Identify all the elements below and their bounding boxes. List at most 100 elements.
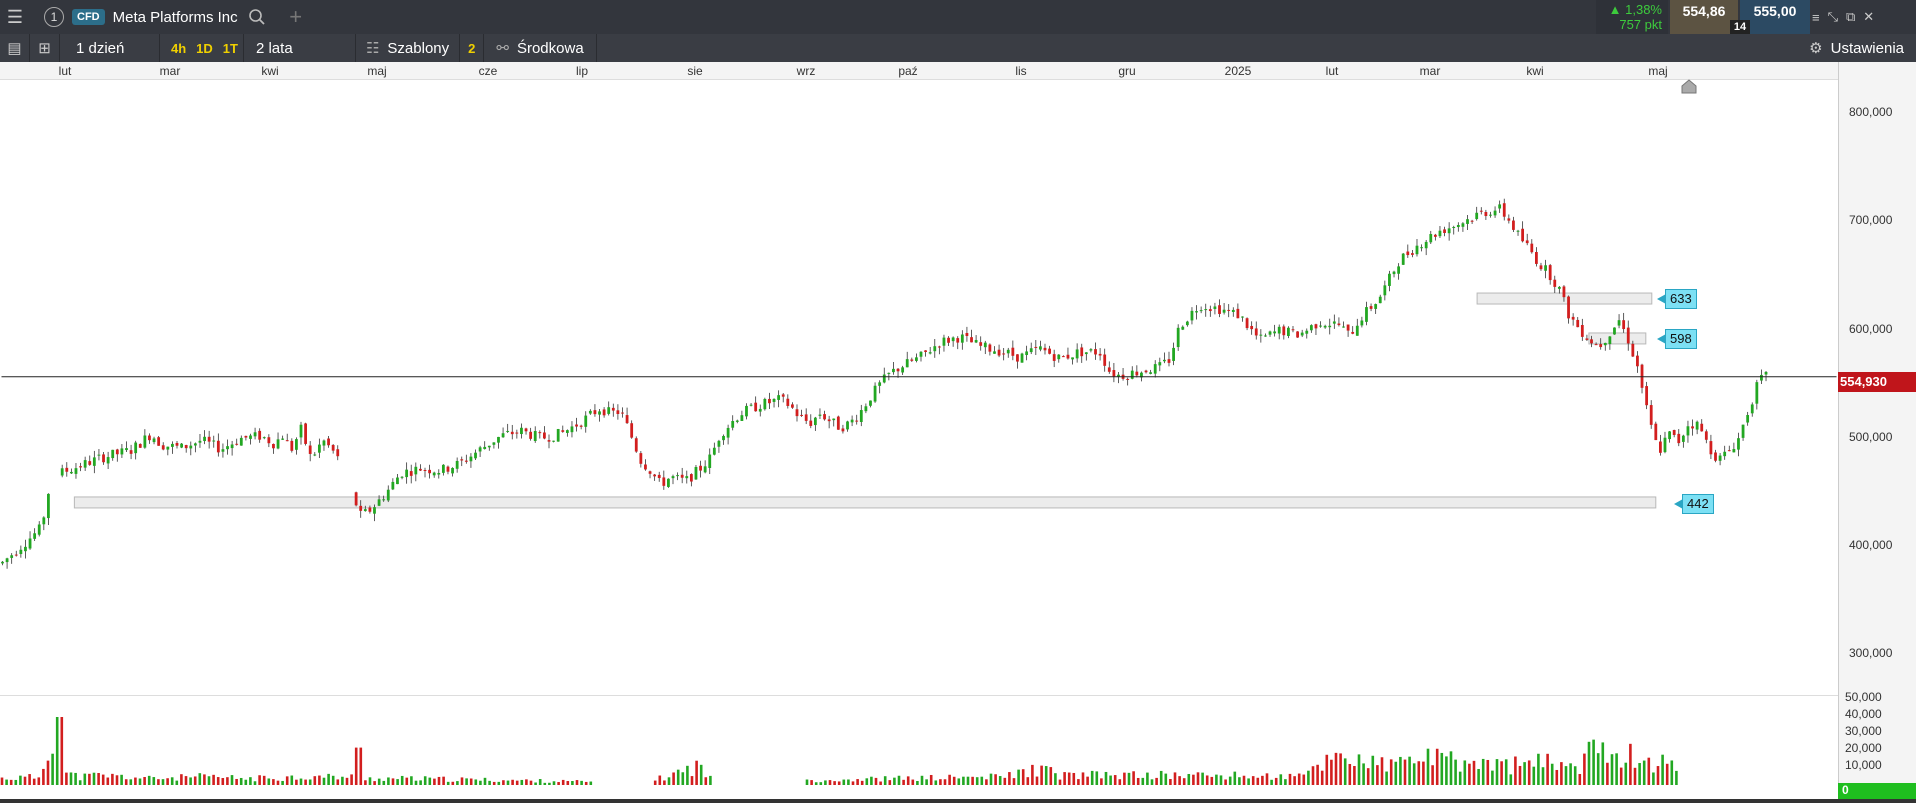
candle-body <box>791 404 794 408</box>
volume-bar <box>1247 778 1250 785</box>
layout-list-icon[interactable]: ▤ <box>0 34 30 62</box>
volume-bar <box>290 775 294 785</box>
candle-body <box>726 427 730 438</box>
candle-body <box>997 349 1001 356</box>
candle-body <box>951 337 955 342</box>
y-tick-label: 500,000 <box>1849 429 1893 444</box>
volume-bar <box>203 774 206 785</box>
window-number-badge[interactable]: 1 <box>44 7 64 27</box>
volume-bar <box>1031 764 1034 785</box>
candle-body <box>441 464 445 473</box>
volume-bar <box>1417 761 1421 785</box>
volume-bar <box>377 778 381 785</box>
candle-body <box>1066 354 1070 359</box>
candle-body <box>464 460 468 462</box>
buy-price-button[interactable]: 555,00 <box>1740 0 1810 34</box>
volume-bar <box>506 780 510 785</box>
candle-body <box>262 437 266 439</box>
candle-body <box>510 431 514 435</box>
search-icon[interactable] <box>246 6 268 28</box>
volume-bar <box>939 779 942 785</box>
candle-body <box>1241 316 1244 318</box>
indicator-count[interactable]: 2 <box>460 34 485 62</box>
range-select[interactable]: 2 lata <box>244 34 356 62</box>
sell-price-button[interactable]: 554,86 <box>1670 0 1738 34</box>
level-tag-442[interactable]: 442 <box>1674 493 1714 514</box>
candle-body <box>97 454 101 456</box>
candle-body <box>703 466 707 473</box>
layout-grid-icon[interactable]: ⊞ <box>30 34 60 62</box>
quick-1t-button[interactable]: 1T <box>218 34 244 62</box>
candle-body <box>175 442 179 446</box>
volume-bar <box>1242 775 1246 785</box>
collapse-icon[interactable]: ⤡ <box>1828 9 1838 25</box>
hamburger-menu-icon[interactable]: ☰ <box>0 0 30 34</box>
candle-body <box>1153 364 1157 374</box>
candle-body <box>588 410 592 414</box>
popout-icon[interactable]: ⧉ <box>1846 9 1855 25</box>
volume-bar <box>1371 755 1375 785</box>
menu-lines-icon[interactable]: ≡ <box>1812 10 1820 25</box>
volume-bar <box>1532 766 1536 785</box>
quick-4h-button[interactable]: 4h <box>166 34 191 62</box>
level-tag-633[interactable]: 633 <box>1657 289 1697 310</box>
volume-bar <box>870 776 873 785</box>
volume-bar <box>0 777 4 785</box>
instrument-name[interactable]: Meta Platforms Inc <box>113 9 238 26</box>
volume-bar <box>345 777 349 785</box>
settings-button[interactable]: ⚙ Ustawienia <box>1809 34 1904 62</box>
cfd-badge: CFD <box>72 9 105 25</box>
x-tick-label: lut <box>58 64 72 78</box>
volume-bar <box>193 776 197 785</box>
volume-bar <box>1435 748 1439 785</box>
candle-body <box>708 454 712 468</box>
candle-body <box>1378 296 1382 304</box>
volume-bar <box>410 776 413 785</box>
candle-body <box>956 338 960 343</box>
candle-body <box>625 415 629 424</box>
candle-body <box>1617 320 1621 326</box>
volume-bar <box>1095 771 1099 785</box>
volume-bar <box>814 782 818 785</box>
add-tab-icon[interactable]: + <box>286 4 306 30</box>
candle-body <box>758 408 762 412</box>
volume-bar <box>97 773 100 785</box>
candle-body <box>1562 286 1566 298</box>
candle-body <box>712 447 716 455</box>
volume-bar <box>561 779 565 785</box>
candle-body <box>258 430 262 440</box>
level-tag-598[interactable]: 598 <box>1657 329 1697 350</box>
volume-bar <box>902 779 905 785</box>
volume-bar <box>1339 753 1342 785</box>
alert-marker-icon[interactable] <box>1680 78 1698 94</box>
candle-body <box>524 428 528 432</box>
volume-bar <box>1445 756 1448 785</box>
volume-bar <box>1408 756 1411 785</box>
candle-body <box>1512 220 1515 230</box>
current-price-label: 554,930 <box>1838 372 1916 392</box>
volume-bar <box>1592 739 1595 785</box>
volume-bar <box>295 779 298 785</box>
volume-bar <box>1546 753 1549 785</box>
volume-bar <box>152 777 156 785</box>
volume-bar <box>428 777 432 785</box>
candle-body <box>1443 229 1446 233</box>
support-resistance-zone <box>73 496 1657 509</box>
templates-button[interactable]: ☷ Szablony <box>356 34 461 62</box>
quick-1d-button[interactable]: 1D <box>191 34 218 62</box>
indicator-button[interactable]: ⚯ Środkowa <box>484 34 597 62</box>
volume-bar <box>1182 778 1186 785</box>
candle-body <box>621 412 624 414</box>
candle-body <box>1323 325 1327 328</box>
candle-body <box>579 425 583 427</box>
candle-body <box>1534 252 1538 264</box>
volume-bar <box>391 778 395 785</box>
price-chart[interactable] <box>0 80 1838 696</box>
x-tick-label: lis <box>1015 64 1027 78</box>
volume-bar <box>359 747 363 785</box>
x-tick-label: kwi <box>1526 64 1544 78</box>
candle-body <box>423 469 427 471</box>
close-icon[interactable]: ✕ <box>1863 9 1874 25</box>
interval-select[interactable]: 1 dzień <box>60 34 160 62</box>
volume-bar <box>1256 777 1260 785</box>
